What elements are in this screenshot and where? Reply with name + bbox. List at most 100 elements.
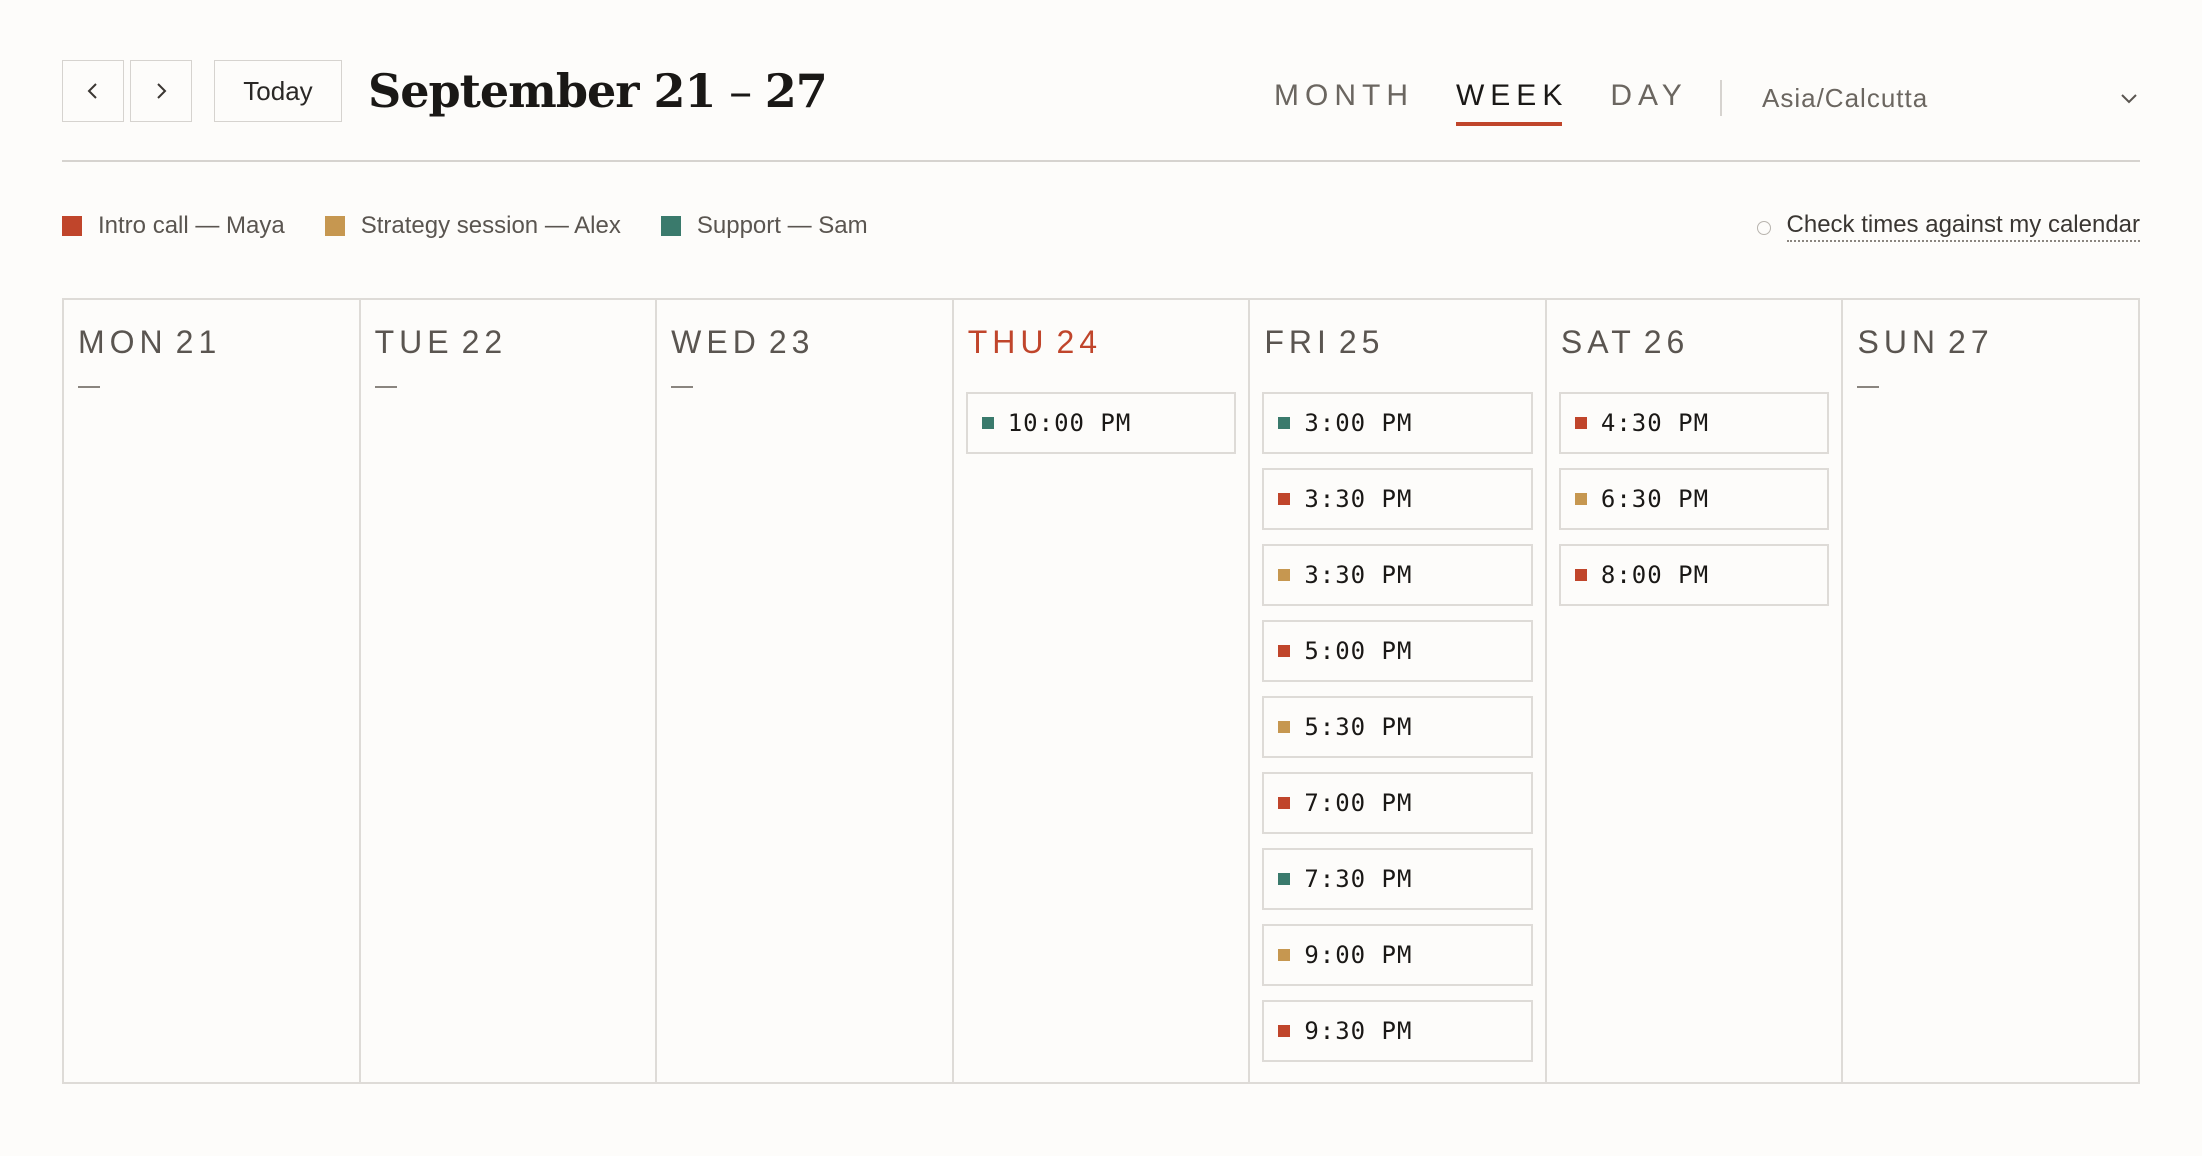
time-slot-button[interactable]: 3:30 PM — [1262, 544, 1533, 606]
day-header: WED 23 — [671, 324, 814, 361]
range-start: September 21 — [368, 64, 717, 118]
event-type-marker — [1278, 873, 1291, 885]
check-calendar-label[interactable]: Check times against my calendar — [1786, 210, 2140, 242]
day-column-sun: SUN 27 — [1843, 300, 2138, 1082]
previous-week-button[interactable] — [62, 60, 124, 122]
legend-swatch — [324, 216, 345, 236]
day-column-mon: MON 21 — [64, 300, 361, 1082]
time-slot-button[interactable]: 5:00 PM — [1262, 620, 1533, 682]
day-name: MON — [78, 324, 168, 360]
legend-swatch — [62, 216, 82, 236]
time-slot-label: 9:30 PM — [1304, 1017, 1413, 1045]
day-column-tue: TUE 22 — [361, 300, 658, 1082]
day-column-sat: SAT 26 4:30 PM 6:30 PM 8:00 PM — [1547, 300, 1844, 1082]
no-slots-dash — [1857, 386, 1880, 388]
event-type-marker — [1574, 417, 1587, 429]
view-tab-month[interactable]: MONTH — [1274, 76, 1414, 122]
day-name: FRI — [1264, 324, 1331, 360]
day-number: 22 — [461, 324, 508, 360]
legend-item: Intro call — Maya — [62, 212, 285, 240]
legend-swatch — [660, 216, 681, 236]
slot-list: 10:00 PM — [965, 392, 1237, 468]
day-column-thu: THU 24 10:00 PM — [954, 300, 1251, 1082]
no-slots-dash — [374, 386, 397, 388]
chevron-left-icon — [87, 83, 97, 99]
timezone-value: Asia/Calcutta — [1762, 82, 1929, 113]
event-type-marker — [1278, 569, 1291, 581]
event-type-marker — [1278, 645, 1291, 657]
time-slot-button[interactable]: 7:30 PM — [1262, 848, 1533, 910]
timezone-select[interactable]: Asia/Calcutta — [1762, 76, 2140, 120]
time-slot-label: 7:00 PM — [1304, 789, 1413, 817]
day-number: 26 — [1643, 324, 1690, 360]
chevron-down-icon — [2121, 94, 2137, 104]
day-header: THU 24 — [968, 324, 1102, 361]
time-slot-button[interactable]: 4:30 PM — [1558, 392, 1830, 454]
day-header: SAT 26 — [1561, 324, 1689, 361]
time-slot-button[interactable]: 10:00 PM — [965, 392, 1237, 454]
day-number: 21 — [175, 324, 222, 360]
legend-item: Strategy session — Alex — [324, 212, 621, 240]
event-type-marker — [1278, 1025, 1291, 1037]
time-slot-label: 6:30 PM — [1600, 485, 1710, 513]
week-grid: MON 21 TUE 22 WED 23 THU 24 10:00 PM FRI 25 3:00 PM… — [62, 298, 2140, 1084]
time-slot-button[interactable]: 8:00 PM — [1558, 544, 1830, 606]
time-slot-button[interactable]: 6:30 PM — [1558, 468, 1830, 530]
header-divider — [62, 160, 2140, 162]
day-name: TUE — [374, 324, 454, 360]
day-column-fri: FRI 25 3:00 PM 3:30 PM 3:30 PM 5:00 PM 5:30 PM… — [1250, 300, 1547, 1082]
range-end: 27 — [764, 64, 828, 118]
divider — [1720, 80, 1722, 116]
time-slot-button[interactable]: 9:00 PM — [1262, 924, 1533, 986]
time-slot-label: 3:30 PM — [1304, 485, 1413, 513]
event-type-marker — [981, 417, 994, 429]
day-number: 24 — [1056, 324, 1103, 360]
time-slot-button[interactable]: 3:00 PM — [1262, 392, 1533, 454]
day-number: 25 — [1338, 324, 1385, 360]
time-slot-label: 8:00 PM — [1600, 561, 1710, 589]
event-type-marker — [1278, 417, 1291, 429]
view-switcher: MONTH WEEK DAY — [1274, 76, 1730, 126]
day-column-wed: WED 23 — [657, 300, 954, 1082]
day-name: SUN — [1857, 324, 1941, 360]
time-slot-button[interactable]: 5:30 PM — [1262, 696, 1533, 758]
day-name: WED — [671, 324, 761, 360]
event-type-marker — [1278, 949, 1291, 961]
time-slot-label: 3:00 PM — [1304, 409, 1413, 437]
day-header: FRI 25 — [1264, 324, 1384, 361]
time-slot-label: 4:30 PM — [1600, 409, 1710, 437]
view-tab-day[interactable]: DAY — [1610, 76, 1687, 122]
time-slot-button[interactable]: 9:30 PM — [1262, 1000, 1533, 1062]
no-slots-dash — [671, 386, 694, 388]
event-type-marker — [1278, 721, 1291, 733]
next-week-button[interactable] — [130, 60, 192, 122]
date-range-title: September 21 – 27 — [368, 60, 828, 122]
time-slot-label: 5:30 PM — [1304, 713, 1413, 741]
event-type-marker — [1278, 797, 1291, 809]
legend-item: Support — Sam — [660, 212, 868, 240]
time-slot-button[interactable]: 3:30 PM — [1262, 468, 1533, 530]
day-name: SAT — [1560, 324, 1636, 360]
legend: Intro call — Maya Strategy session — Alex… — [62, 210, 908, 242]
view-tab-week[interactable]: WEEK — [1455, 76, 1568, 126]
radio-icon[interactable] — [1756, 221, 1771, 235]
chevron-right-icon — [157, 83, 167, 99]
day-number: 27 — [1948, 324, 1994, 360]
time-slot-button[interactable]: 7:00 PM — [1262, 772, 1533, 834]
time-slot-label: 3:30 PM — [1304, 561, 1413, 589]
slot-list: 4:30 PM 6:30 PM 8:00 PM — [1558, 392, 1830, 620]
calendar-header: Today September 21 – 27 MONTH WEEK DAY Asi… — [62, 58, 2140, 126]
time-slot-label: 10:00 PM — [1007, 409, 1132, 437]
time-slot-label: 9:00 PM — [1304, 941, 1413, 969]
slot-list: 3:00 PM 3:30 PM 3:30 PM 5:00 PM 5:30 PM 7:00 … — [1262, 392, 1533, 1076]
day-name: THU — [967, 324, 1049, 360]
check-calendar-toggle[interactable]: Check times against my calendar — [1756, 210, 2140, 242]
event-type-marker — [1574, 493, 1587, 505]
event-type-marker — [1574, 569, 1587, 581]
day-header: TUE 22 — [375, 324, 508, 361]
time-slot-label: 5:00 PM — [1304, 637, 1413, 665]
day-header: MON 21 — [78, 324, 221, 361]
day-number: 23 — [768, 324, 815, 360]
event-type-marker — [1278, 493, 1291, 505]
today-button[interactable]: Today — [214, 60, 342, 122]
